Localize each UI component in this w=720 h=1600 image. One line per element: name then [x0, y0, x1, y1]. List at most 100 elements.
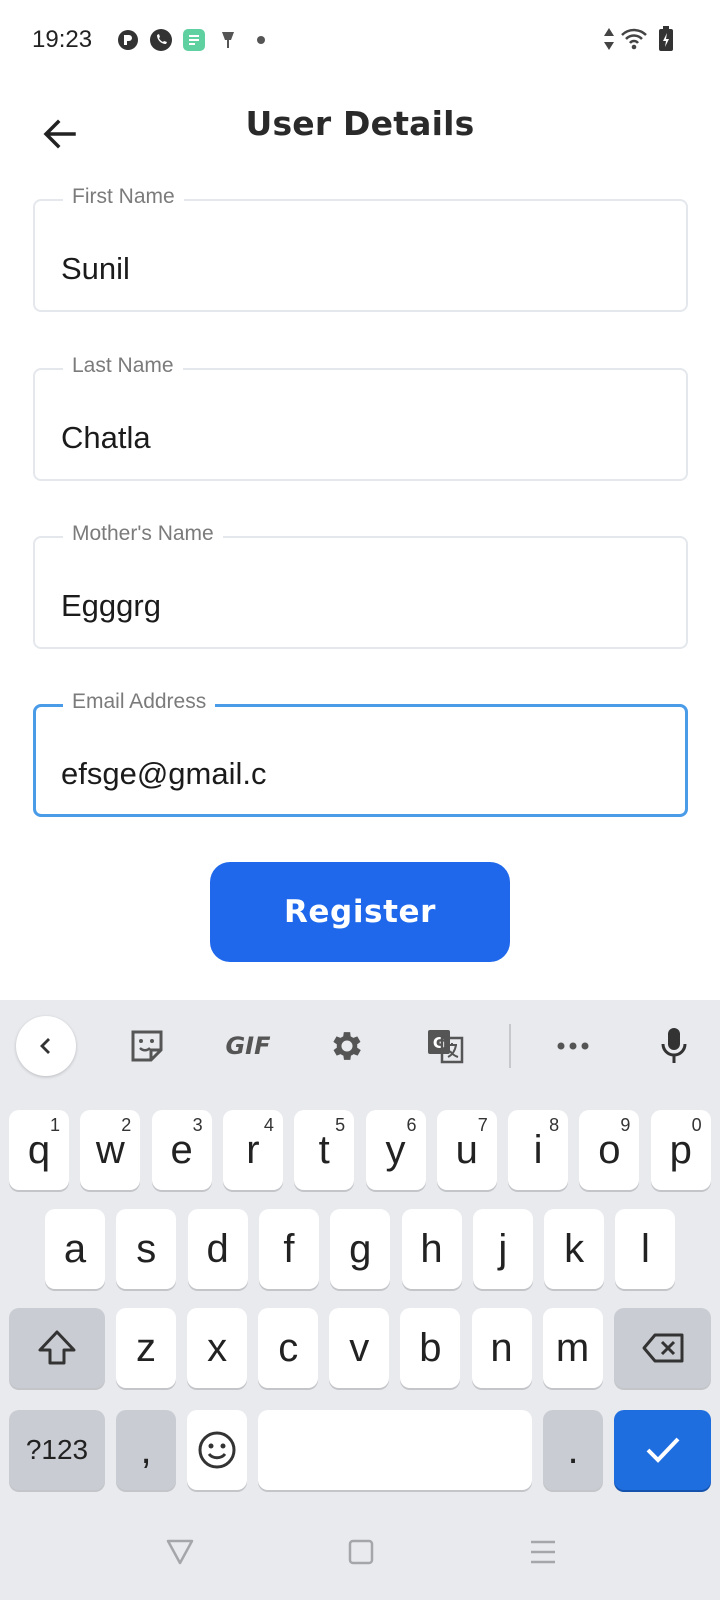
- key-m[interactable]: m: [542, 1308, 603, 1388]
- shift-key[interactable]: [9, 1308, 105, 1388]
- key-k[interactable]: k: [544, 1209, 605, 1289]
- last-name-value[interactable]: Chatla: [61, 420, 151, 456]
- translate-icon: G: [428, 1030, 464, 1064]
- sticker-icon: [131, 1030, 163, 1062]
- last-name-field[interactable]: Last Name Chatla: [33, 354, 688, 481]
- key-n[interactable]: n: [471, 1308, 532, 1388]
- register-button[interactable]: Register: [210, 862, 510, 962]
- key-label: t: [318, 1127, 330, 1172]
- status-time: 19:23: [32, 26, 93, 53]
- key-l[interactable]: l: [615, 1209, 676, 1289]
- comma-key[interactable]: ,: [116, 1410, 176, 1490]
- nav-back-button[interactable]: [162, 1534, 198, 1570]
- app-notification-icon: [116, 28, 140, 52]
- key-hint: 5: [335, 1115, 346, 1135]
- backspace-key[interactable]: [614, 1308, 711, 1388]
- data-arrows-icon: [602, 26, 616, 57]
- system-nav-bar: [0, 1500, 720, 1600]
- page-title: User Details: [245, 104, 475, 143]
- key-a[interactable]: a: [45, 1209, 105, 1289]
- backspace-icon: [642, 1333, 683, 1363]
- key-hint: 4: [263, 1115, 274, 1135]
- key-p[interactable]: p0: [650, 1110, 711, 1190]
- key-hint: 2: [121, 1115, 132, 1135]
- mother-name-value[interactable]: Egggrg: [61, 588, 161, 624]
- key-h[interactable]: h: [401, 1209, 462, 1289]
- keyboard: GIF G q1w2e3r4t5y6u7i8o9p0 asdfghjkl zxc…: [0, 1000, 720, 1600]
- key-hint: 6: [406, 1115, 417, 1135]
- key-x[interactable]: x: [187, 1308, 248, 1388]
- email-field[interactable]: Email Address efsge@gmail.c: [33, 690, 688, 817]
- menu-icon: [531, 1540, 555, 1564]
- key-s[interactable]: s: [116, 1209, 177, 1289]
- translate-button[interactable]: G: [416, 1016, 476, 1076]
- phone-call-icon: [149, 28, 173, 52]
- nav-menu-button[interactable]: [525, 1534, 561, 1570]
- wifi-icon: [620, 26, 648, 57]
- key-j[interactable]: j: [472, 1209, 533, 1289]
- more-notifications-dot-icon: [254, 28, 278, 52]
- more-horizontal-icon: [557, 1042, 589, 1050]
- key-hint: 9: [620, 1115, 631, 1135]
- key-b[interactable]: b: [400, 1308, 461, 1388]
- checkmark-icon: [646, 1437, 679, 1463]
- key-y[interactable]: y6: [365, 1110, 426, 1190]
- key-label: i: [533, 1127, 543, 1172]
- key-f[interactable]: f: [258, 1209, 319, 1289]
- first-name-label: First Name: [63, 185, 184, 209]
- microphone-icon: [661, 1028, 687, 1063]
- nav-home-button[interactable]: [343, 1534, 379, 1570]
- symbols-key[interactable]: ?123: [9, 1410, 105, 1490]
- notification-icon: [218, 28, 242, 52]
- key-label: q: [27, 1127, 51, 1172]
- shift-icon: [38, 1330, 76, 1365]
- key-q[interactable]: q1: [9, 1110, 69, 1190]
- triangle-back-icon: [166, 1539, 194, 1565]
- collapse-keyboard-button[interactable]: [16, 1016, 76, 1076]
- toolbar-divider: [509, 1024, 511, 1068]
- first-name-field[interactable]: First Name Sunil: [33, 185, 688, 312]
- key-d[interactable]: d: [187, 1209, 248, 1289]
- svg-text:G: G: [433, 1034, 445, 1052]
- mother-name-field[interactable]: Mother's Name Egggrg: [33, 522, 688, 649]
- key-label: r: [246, 1127, 260, 1172]
- key-o[interactable]: o9: [579, 1110, 640, 1190]
- key-t[interactable]: t5: [294, 1110, 355, 1190]
- gear-icon: [333, 1032, 361, 1060]
- key-v[interactable]: v: [329, 1308, 390, 1388]
- key-e[interactable]: e3: [151, 1110, 212, 1190]
- keyboard-toolbar: GIF G: [0, 1000, 720, 1090]
- status-bar: 19:23: [0, 0, 720, 80]
- keyboard-settings-button[interactable]: [317, 1016, 377, 1076]
- key-label: p: [669, 1127, 692, 1172]
- voice-input-button[interactable]: [644, 1016, 704, 1076]
- key-c[interactable]: c: [258, 1308, 319, 1388]
- email-value[interactable]: efsge@gmail.c: [61, 756, 267, 792]
- key-z[interactable]: z: [116, 1308, 176, 1388]
- app-badge-icon: [182, 28, 206, 52]
- key-i[interactable]: i8: [508, 1110, 569, 1190]
- email-label: Email Address: [63, 690, 216, 714]
- chevron-left-icon: [40, 1038, 50, 1054]
- square-home-icon: [348, 1539, 374, 1565]
- done-key[interactable]: [614, 1410, 711, 1490]
- gif-button[interactable]: GIF: [218, 1016, 278, 1076]
- key-hint: 7: [477, 1115, 488, 1135]
- period-key[interactable]: .: [543, 1410, 603, 1490]
- key-g[interactable]: g: [330, 1209, 391, 1289]
- first-name-value[interactable]: Sunil: [61, 251, 130, 287]
- mother-name-label: Mother's Name: [63, 522, 223, 546]
- key-label: e: [170, 1127, 193, 1172]
- emoji-key[interactable]: [187, 1410, 247, 1490]
- key-w[interactable]: w2: [80, 1110, 141, 1190]
- battery-charging-icon: [658, 26, 674, 57]
- key-hint: 8: [549, 1115, 560, 1135]
- key-label: o: [598, 1127, 621, 1172]
- space-key[interactable]: [258, 1410, 532, 1490]
- more-options-button[interactable]: [543, 1016, 603, 1076]
- key-r[interactable]: r4: [222, 1110, 283, 1190]
- key-hint: 1: [49, 1115, 60, 1135]
- key-u[interactable]: u7: [436, 1110, 497, 1190]
- key-hint: 3: [192, 1115, 203, 1135]
- sticker-button[interactable]: [117, 1016, 177, 1076]
